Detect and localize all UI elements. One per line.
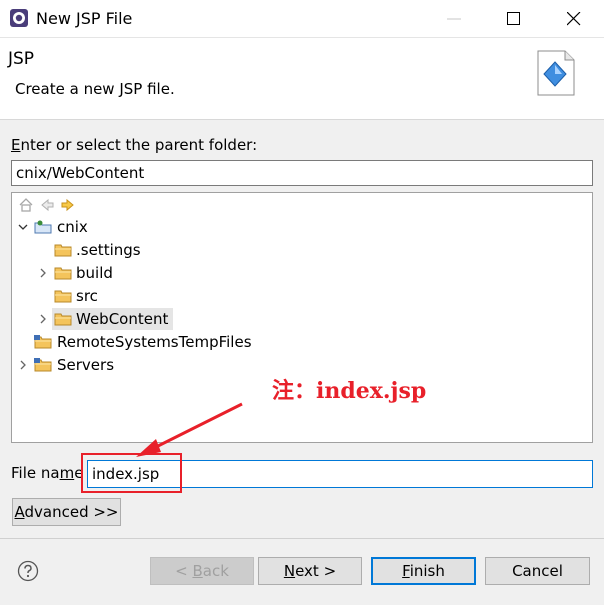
file-name-input[interactable]: index.jsp bbox=[87, 460, 593, 488]
project-icon bbox=[34, 220, 52, 234]
window-title: New JSP File bbox=[36, 9, 133, 28]
title-bar: New JSP File bbox=[0, 0, 604, 38]
chevron-right-icon[interactable] bbox=[18, 360, 28, 370]
annotation-note: 注：index.jsp bbox=[272, 378, 427, 404]
tree-item-cnix[interactable]: cnix bbox=[12, 216, 592, 238]
button-bar-separator bbox=[0, 538, 604, 539]
tree-item-webcontent[interactable]: WebContent bbox=[12, 308, 592, 330]
cancel-button[interactable]: Cancel bbox=[485, 557, 590, 585]
finish-button[interactable]: Finish bbox=[371, 557, 476, 585]
wizard-page-title: JSP bbox=[8, 49, 35, 69]
minimize-icon bbox=[447, 18, 461, 20]
folder-icon bbox=[54, 244, 72, 257]
file-name-label: File name bbox=[11, 464, 84, 482]
project-folder-icon bbox=[34, 335, 52, 349]
chevron-right-icon[interactable] bbox=[38, 268, 48, 278]
tree-item-remotesystemstempfiles[interactable]: RemoteSystemsTempFiles bbox=[12, 331, 592, 353]
home-icon[interactable] bbox=[18, 197, 34, 213]
maximize-button[interactable] bbox=[492, 4, 536, 34]
close-icon bbox=[567, 12, 581, 26]
advanced-button[interactable]: Advanced >> bbox=[12, 498, 121, 526]
project-folder-icon bbox=[34, 358, 52, 372]
tree-item-src[interactable]: src bbox=[12, 285, 592, 307]
tree-item-build[interactable]: build bbox=[12, 262, 592, 284]
folder-icon bbox=[54, 313, 72, 326]
maximize-icon bbox=[507, 12, 520, 25]
eclipse-app-icon bbox=[10, 9, 28, 27]
minimize-button[interactable] bbox=[432, 4, 476, 34]
folder-icon bbox=[54, 267, 72, 280]
forward-icon[interactable] bbox=[60, 197, 76, 213]
parent-folder-input[interactable]: cnix/WebContent bbox=[11, 160, 593, 186]
folder-tree[interactable]: cnix .settings build src WebContent Remo… bbox=[11, 192, 593, 443]
jsp-file-icon bbox=[537, 50, 575, 96]
tree-item-settings[interactable]: .settings bbox=[12, 239, 592, 261]
chevron-right-icon[interactable] bbox=[38, 314, 48, 324]
chevron-down-icon[interactable] bbox=[18, 222, 28, 232]
wizard-header: JSP Create a new JSP file. bbox=[0, 38, 604, 120]
close-button[interactable] bbox=[552, 4, 596, 34]
parent-folder-label: Enter or select the parent folder: bbox=[11, 136, 258, 154]
back-icon[interactable] bbox=[39, 197, 55, 213]
wizard-page-description: Create a new JSP file. bbox=[15, 80, 175, 98]
next-button[interactable]: Next > bbox=[258, 557, 362, 585]
back-button[interactable]: < Back bbox=[150, 557, 254, 585]
folder-icon bbox=[54, 290, 72, 303]
help-icon[interactable] bbox=[17, 560, 39, 582]
